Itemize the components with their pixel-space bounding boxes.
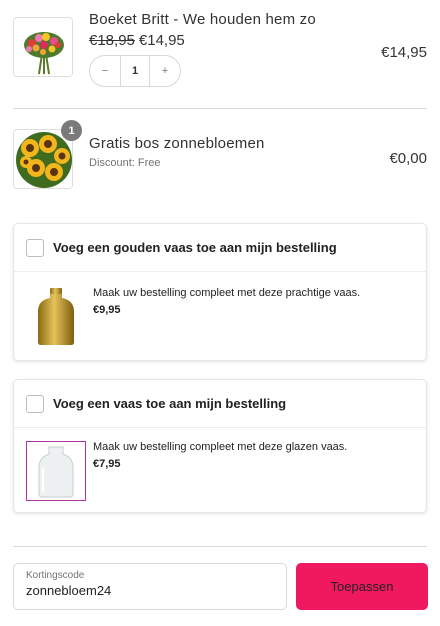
upsell-gold-vase: Voeg een gouden vaas toe aan mijn bestel…: [13, 223, 427, 361]
quantity-badge: 1: [61, 120, 82, 141]
upsell-price: €9,95: [93, 304, 121, 316]
upsell-header: Voeg een gouden vaas toe aan mijn bestel…: [14, 224, 426, 272]
increment-button[interactable]: +: [150, 56, 180, 86]
item-title: Gratis bos zonnebloemen: [89, 135, 265, 152]
divider: [13, 546, 427, 547]
cart-item-sunflowers: 1 Gratis bos zonnebloemen Discount: Free…: [13, 120, 427, 190]
upsell-checkbox[interactable]: [26, 238, 44, 257]
coupon-input[interactable]: [26, 583, 274, 598]
coupon-field[interactable]: Kortingscode: [13, 563, 287, 610]
upsell-description: Maak uw bestelling compleet met deze gla…: [93, 441, 348, 453]
item-total: €0,00: [389, 150, 427, 167]
quantity-stepper: − 1 +: [89, 55, 181, 87]
upsell-checkbox[interactable]: [26, 394, 44, 413]
upsell-title: Voeg een gouden vaas toe aan mijn bestel…: [53, 240, 337, 255]
upsell-price: €7,95: [93, 458, 121, 470]
cart-item-bouquet: Boeket Britt - We houden hem zo €18,95 €1…: [13, 11, 427, 89]
decrement-button[interactable]: −: [90, 56, 120, 86]
divider: [13, 108, 427, 109]
upsell-header: Voeg een vaas toe aan mijn bestelling: [14, 380, 426, 428]
item-price: €18,95 €14,95: [89, 32, 185, 49]
apply-button[interactable]: Toepassen: [296, 563, 428, 610]
discount-label: Discount: Free: [89, 157, 161, 169]
glass-vase-image: [26, 441, 86, 501]
sale-price: €14,95: [138, 32, 185, 49]
upsell-glass-vase: Voeg een vaas toe aan mijn bestelling Ma…: [13, 379, 427, 513]
quantity-value[interactable]: 1: [120, 56, 150, 86]
coupon-label: Kortingscode: [26, 570, 85, 581]
item-total: €14,95: [381, 44, 427, 61]
upsell-title: Voeg een vaas toe aan mijn bestelling: [53, 396, 287, 411]
upsell-description: Maak uw bestelling compleet met deze pra…: [93, 287, 361, 299]
old-price: €18,95: [89, 32, 135, 49]
item-title: Boeket Britt - We houden hem zo: [89, 11, 316, 28]
bouquet-image: [13, 17, 73, 77]
gold-vase-image: [26, 286, 86, 346]
